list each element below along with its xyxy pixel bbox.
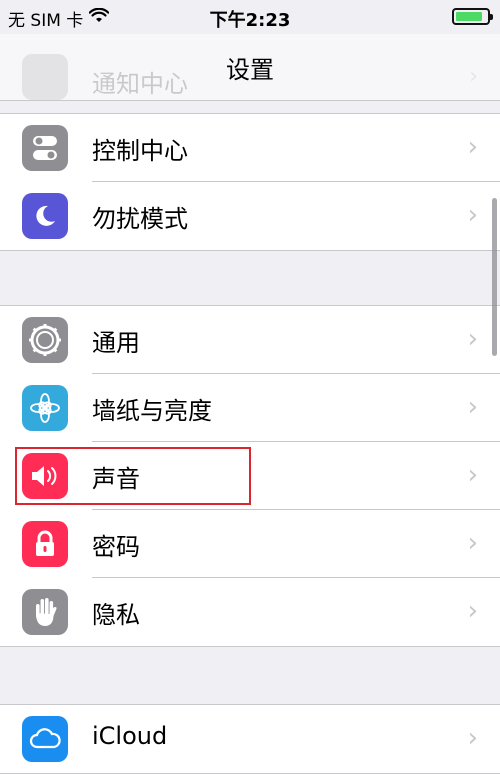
moon-icon [22,193,68,239]
settings-group-3: iCloud › [0,704,500,774]
chevron-right-icon: › [467,596,478,626]
settings-row-label: 隐私 [92,601,140,629]
settings-row-label: 密码 [92,533,140,561]
cloud-icon [22,716,68,762]
page-title: 设置 [226,56,274,84]
status-time: 下午2:23 [209,10,291,31]
settings-row-control-center[interactable]: 控制中心 › [0,114,500,182]
speaker-icon [22,453,68,499]
settings-row-wallpaper-brightness[interactable]: 墙纸与亮度 › [0,374,500,442]
settings-row-sounds[interactable]: 声音 › [0,442,500,510]
settings-row-label: 通用 [92,329,140,357]
chevron-right-icon: › [467,460,478,490]
gear-icon [22,317,68,363]
settings-row-passcode[interactable]: 密码 › [0,510,500,578]
status-bar: 无 SIM 卡 下午2:23 [0,0,500,34]
lock-icon [22,521,68,567]
settings-row-general[interactable]: 通用 › [0,306,500,374]
settings-row-label: 勿扰模式 [92,205,188,233]
scroll-indicator[interactable] [492,198,497,356]
chevron-right-icon: › [467,392,478,422]
battery-icon [452,8,493,25]
settings-group-2: 通用 › 墙纸与亮度 › 声音 › 密码 › 隐私 › [0,305,500,647]
navigation-bar: 通知中心 › 设置 [0,34,500,101]
settings-row-do-not-disturb[interactable]: 勿扰模式 › [0,182,500,250]
hand-icon [22,589,68,635]
settings-row-label: 墙纸与亮度 [92,397,212,425]
settings-row-label: 控制中心 [92,137,188,165]
settings-row-privacy[interactable]: 隐私 › [0,578,500,646]
control-center-icon [22,125,68,171]
settings-row-label: 声音 [92,465,140,493]
settings-row-label: iCloud [92,722,168,750]
chevron-right-icon: › [467,132,478,162]
chevron-right-icon: › [467,528,478,558]
flower-icon [22,385,68,431]
battery-indicator [452,8,493,25]
settings-row-icloud[interactable]: iCloud › [0,705,500,773]
chevron-right-icon: › [467,200,478,230]
battery-fill [456,12,482,21]
settings-group-1: 控制中心 › 勿扰模式 › [0,113,500,251]
chevron-right-icon: › [467,324,478,354]
